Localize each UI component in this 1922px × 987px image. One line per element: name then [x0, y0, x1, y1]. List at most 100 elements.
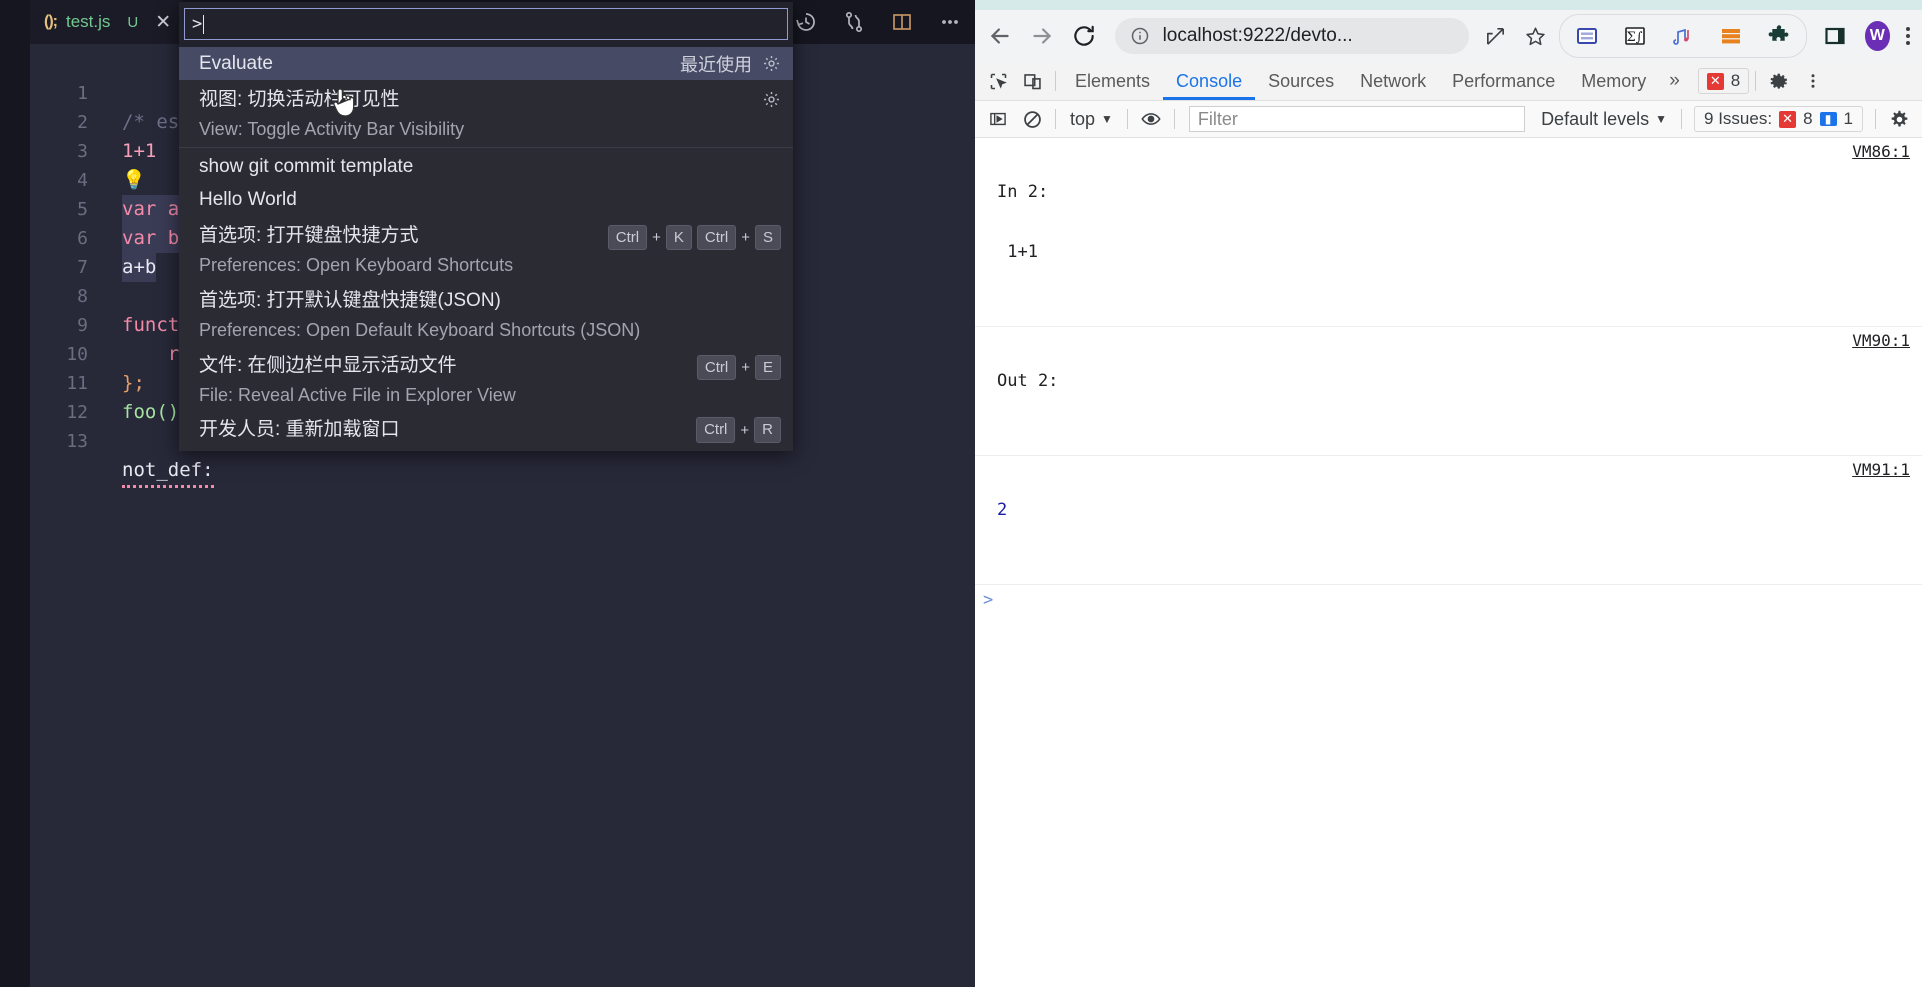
console-row-value[interactable]: 2 VM91:1 [975, 456, 1922, 585]
address-bar[interactable]: localhost:9222/devto... [1114, 18, 1469, 54]
palette-item-label: 首选项: 打开默认键盘快捷键(JSON) [199, 290, 501, 311]
tab-memory[interactable]: Memory [1568, 62, 1659, 100]
activity-bar [0, 0, 30, 987]
browser-menu-icon[interactable] [1905, 27, 1910, 45]
palette-item-right: Ctrl + R [696, 417, 781, 443]
palette-item-texts: 首选项: 打开默认键盘快捷键(JSON) Preferences: Open D… [199, 286, 640, 344]
browser-tabstrip [975, 0, 1922, 10]
key-cap: R [754, 417, 781, 443]
palette-item-reload-window[interactable]: 开发人员: 重新加载窗口 Ctrl + R [179, 411, 793, 449]
tab-unsaved-badge: U [127, 13, 139, 31]
tab-elements[interactable]: Elements [1062, 62, 1163, 100]
palette-item-toggle-activity-bar[interactable]: 视图: 切换活动栏可见性 View: Toggle Activity Bar V… [179, 80, 793, 145]
console-sidebar-icon[interactable] [981, 104, 1015, 134]
console-line: Out 2: [997, 371, 1059, 391]
divider [1681, 109, 1683, 129]
split-editor-icon[interactable] [889, 9, 915, 35]
command-palette[interactable]: > Evaluate 最近使用 视图: 切换活动栏可见性 View: Toggl… [179, 2, 793, 451]
line-number: 13 [66, 431, 88, 452]
console-source-link[interactable]: VM91:1 [1852, 460, 1910, 479]
console-line: 1+1 [997, 242, 1038, 262]
palette-item-right: Ctrl + E [696, 355, 781, 381]
tab-console[interactable]: Console [1163, 62, 1255, 100]
share-icon[interactable] [1483, 23, 1509, 49]
live-expression-eye-icon[interactable] [1134, 104, 1168, 134]
palette-item-hello-world[interactable]: Hello World [179, 183, 793, 216]
palette-item-show-git-commit-template[interactable]: show git commit template [179, 150, 793, 183]
formula-extension-icon[interactable]: Σ∫ [1622, 23, 1648, 49]
dot [1905, 27, 1910, 31]
devtools-panel: Elements Console Sources Network Perform… [975, 62, 1922, 987]
tab-network[interactable]: Network [1347, 62, 1439, 100]
inspect-element-icon[interactable] [981, 66, 1015, 96]
log-levels-selector[interactable]: Default levels ▼ [1533, 109, 1675, 130]
console-filter-input[interactable]: Filter [1188, 106, 1526, 132]
screen: (); test.js U ✕ 1 /* eslin 2 1+1 3 💡 4 v… [0, 0, 1922, 987]
command-palette-list: Evaluate 最近使用 视图: 切换活动栏可见性 View: Toggle … [179, 47, 793, 451]
context-selector[interactable]: top ▼ [1062, 109, 1121, 130]
editor-tab-test-js[interactable]: (); test.js U ✕ [30, 0, 184, 44]
divider [1055, 71, 1056, 91]
palette-item-open-default-keyboard-shortcuts-json[interactable]: 首选项: 打开默认键盘快捷键(JSON) Preferences: Open D… [179, 281, 793, 346]
divider [1755, 71, 1757, 91]
forward-button[interactable] [1025, 16, 1059, 56]
timeline-history-icon[interactable] [793, 9, 819, 35]
extensions-group: Σ∫ [1558, 14, 1807, 58]
reload-button[interactable] [1067, 16, 1101, 56]
tab-sources[interactable]: Sources [1255, 62, 1347, 100]
console-prompt[interactable]: > [975, 585, 1922, 619]
info-icon: ▮ [1819, 112, 1837, 126]
console-row-output-label[interactable]: Out 2: VM90:1 [975, 327, 1922, 456]
console-source-link[interactable]: VM90:1 [1852, 331, 1910, 350]
more-tabs-icon[interactable]: » [1659, 62, 1690, 100]
divider [1875, 109, 1876, 129]
clear-console-icon[interactable] [1015, 104, 1049, 134]
gear-icon[interactable] [762, 90, 781, 109]
issues-chip[interactable]: 9 Issues: ✕ 8 ▮ 1 [1694, 106, 1863, 132]
devtools-tabbar: Elements Console Sources Network Perform… [975, 62, 1922, 101]
key-plus: + [740, 421, 750, 439]
context-selector-value: top [1070, 108, 1096, 129]
tab-performance[interactable]: Performance [1439, 62, 1568, 100]
issues-info-count: 1 [1843, 109, 1853, 128]
key-plus: + [741, 229, 750, 247]
reading-list-icon[interactable] [1574, 23, 1600, 49]
palette-item-evaluate[interactable]: Evaluate 最近使用 [179, 47, 793, 80]
bookmark-star-icon[interactable] [1523, 23, 1549, 49]
close-icon[interactable]: ✕ [155, 13, 171, 32]
editor-title-actions [793, 0, 963, 44]
side-panel-icon[interactable] [1823, 23, 1847, 49]
music-extension-icon[interactable] [1670, 23, 1696, 49]
command-palette-query: > [192, 14, 203, 34]
orange-list-extension-icon[interactable] [1718, 23, 1744, 49]
palette-item-label: 开发人员: 重新加载窗口 [199, 419, 400, 440]
palette-item-sublabel: Preferences: Open Keyboard Shortcuts [199, 255, 514, 275]
gear-icon[interactable] [762, 54, 781, 73]
palette-item-keybinding: Ctrl + E [696, 355, 781, 381]
console-settings-gear-icon[interactable] [1882, 104, 1916, 134]
git-compare-icon[interactable] [841, 9, 867, 35]
palette-item-keybinding: Ctrl + K Ctrl + S [607, 225, 781, 251]
gear-icon[interactable] [1762, 66, 1796, 96]
palette-item-open-keyboard-shortcuts[interactable]: 首选项: 打开键盘快捷方式 Preferences: Open Keyboard… [179, 216, 793, 281]
info-circle-icon[interactable] [1127, 23, 1153, 49]
palette-item-reveal-active-file[interactable]: 文件: 在侧边栏中显示活动文件 File: Reveal Active File… [179, 346, 793, 411]
profile-avatar[interactable]: W [1864, 21, 1890, 51]
dot [1905, 34, 1910, 38]
devtools-menu-icon[interactable] [1796, 66, 1830, 96]
back-button[interactable] [983, 16, 1017, 56]
more-actions-icon[interactable] [937, 9, 963, 35]
puzzle-extensions-icon[interactable] [1766, 23, 1792, 49]
error-count-chip[interactable]: ✕ 8 [1697, 68, 1750, 94]
device-toolbar-icon[interactable] [1015, 66, 1049, 96]
console-source-link[interactable]: VM86:1 [1852, 142, 1910, 161]
palette-item-texts: 首选项: 打开键盘快捷方式 Preferences: Open Keyboard… [199, 221, 513, 279]
divider [1055, 109, 1056, 129]
console-row-input[interactable]: In 2: 1+1 VM86:1 [975, 138, 1922, 327]
key-cap: Ctrl [696, 225, 737, 251]
key-cap: S [754, 225, 781, 251]
command-palette-input[interactable]: > [184, 8, 788, 40]
browser-window: localhost:9222/devto... Σ∫ W Elements Co… [975, 0, 1922, 987]
issues-error-count: 8 [1803, 109, 1813, 128]
chevron-down-icon: ▼ [1655, 112, 1668, 126]
